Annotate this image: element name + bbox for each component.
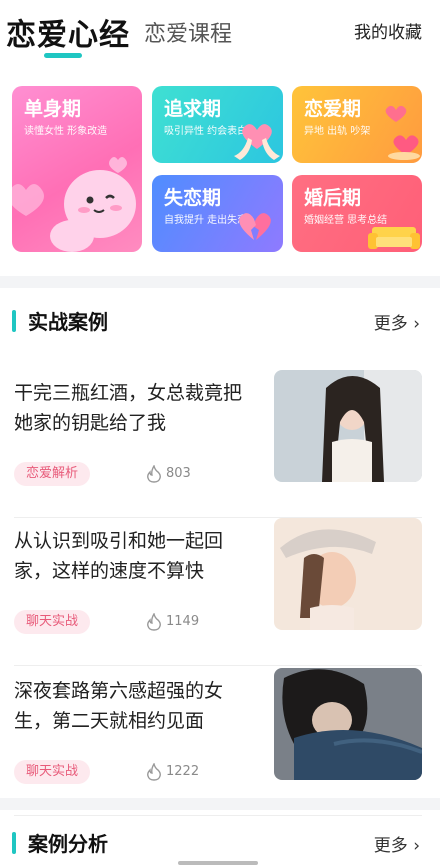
more-link[interactable]: 更多 › [374,309,420,334]
case-tag: 聊天实战 [14,610,91,634]
flame-icon [147,465,161,483]
active-tab-indicator [44,53,82,58]
row-divider [14,665,422,666]
stage-card-love[interactable]: 恋爱期 异地 出轨 吵架 [292,86,422,163]
broken-heart-icon [239,213,271,240]
tab-love-tips[interactable]: 恋爱心经 [6,10,130,54]
case-thumbnail-image [274,518,422,630]
my-favorites-link[interactable]: 我的收藏 [354,18,422,43]
stage-card-pursue[interactable]: 追求期 吸引异性 约会表白 [152,86,283,163]
section-title: 案例分析 [28,832,108,856]
stage-card-single[interactable]: 单身期 读懂女性 形象改造 [12,86,142,252]
section-title: 实战案例 [28,310,108,334]
case-title: 干完三瓶红酒，女总裁竟把她家的钥匙给了我 [14,382,243,434]
more-link[interactable]: 更多 › [374,831,420,856]
sofa-icon [368,227,420,249]
case-item[interactable]: 深夜套路第六感超强的女生，第二天就相约见面 聊天实战 1222 [0,668,440,816]
view-count: 1149 [166,614,200,629]
section-accent-bar [12,310,16,332]
flame-icon [147,613,161,631]
case-title: 从认识到吸引和她一起回家，这样的速度不算快 [14,530,224,582]
case-tag: 恋爱解析 [14,462,91,486]
hearts-icon [385,105,420,160]
hands-heart-icon [234,124,280,160]
blob-mascot-icon [12,157,136,252]
section-accent-bar [12,832,16,854]
case-thumbnail-image [274,370,422,482]
case-item[interactable]: 从认识到吸引和她一起回家，这样的速度不算快 聊天实战 1149 [0,518,440,666]
stage-subtitle: 异地 出轨 吵架 [304,126,371,137]
row-divider [14,815,422,816]
stage-title: 追求期 [164,98,222,120]
stage-card-married[interactable]: 婚后期 婚姻经营 思考总结 [292,175,422,252]
flame-icon [147,763,161,781]
case-tag: 聊天实战 [14,760,91,784]
section-divider [0,798,440,810]
section-header-cases: 实战案例 更多 › [0,302,440,342]
section-divider [0,276,440,288]
view-count: 803 [166,466,191,481]
case-title: 深夜套路第六感超强的女生，第二天就相约见面 [14,680,224,732]
stage-title: 单身期 [24,98,82,120]
tab-love-courses[interactable]: 恋爱课程 [144,16,232,48]
top-header: 恋爱心经 恋爱课程 我的收藏 [0,0,440,68]
stage-title: 婚后期 [304,187,362,209]
home-indicator[interactable] [178,861,258,865]
case-item[interactable]: 干完三瓶红酒，女总裁竟把她家的钥匙给了我 恋爱解析 803 [0,370,440,518]
stage-title: 恋爱期 [304,98,362,120]
stage-subtitle: 读懂女性 形象改造 [24,126,108,137]
stage-title: 失恋期 [164,187,222,209]
section-header-analysis: 案例分析 更多 › [0,824,440,864]
stage-card-breakup[interactable]: 失恋期 自我提升 走出失恋 [152,175,283,252]
view-count: 1222 [166,764,200,779]
case-thumbnail-image [274,668,422,780]
